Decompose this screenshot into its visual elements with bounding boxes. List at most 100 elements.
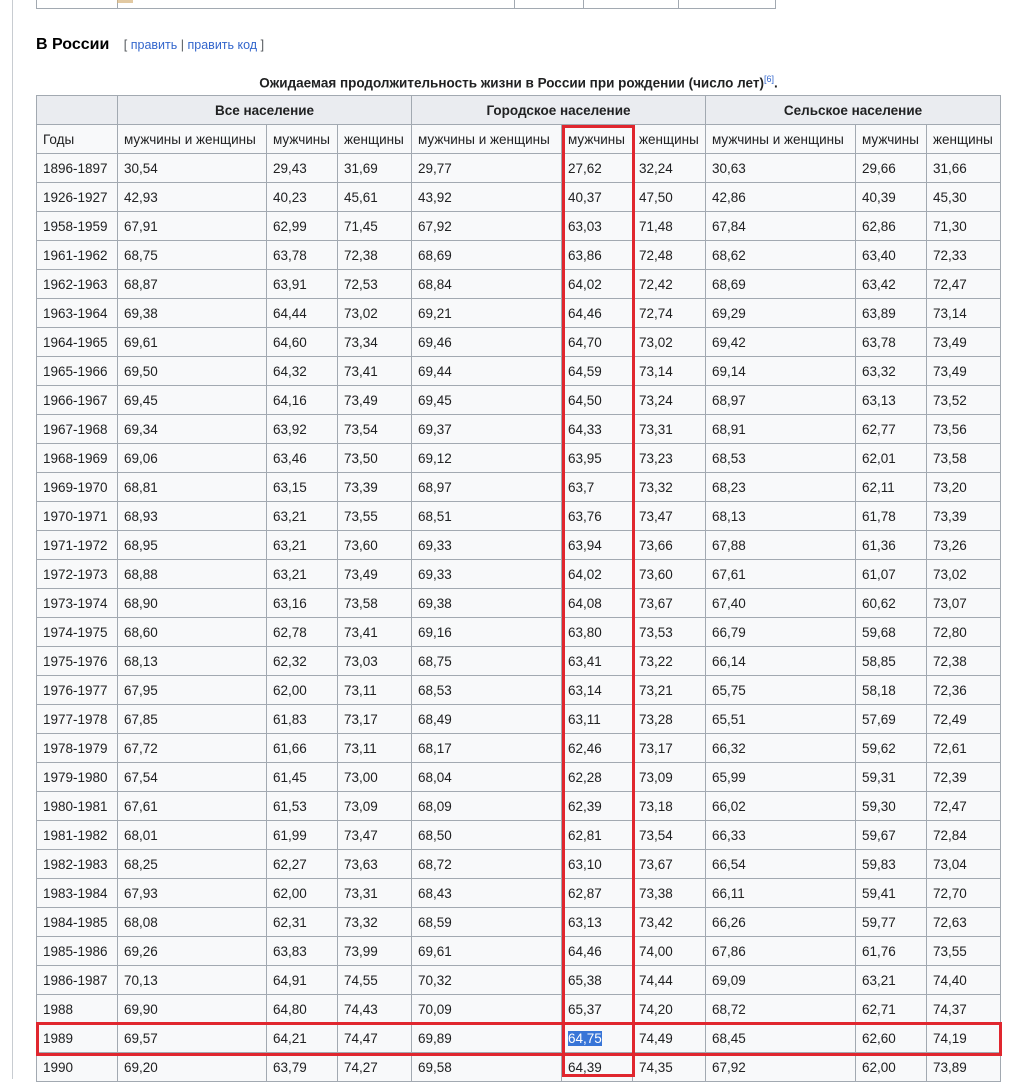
table-row: 1971-1972 68,95 63,21 73,60 69,33 63,94 73,66 6… bbox=[36, 530, 1001, 560]
group-header-rural: Сельское население bbox=[705, 95, 1001, 125]
table-row: 1981-1982 68,01 61,99 73,47 68,50 62,81 73,54 6… bbox=[36, 820, 1001, 850]
value-cell: 73,11 bbox=[337, 733, 412, 763]
column-header: мужчины и женщины bbox=[411, 124, 562, 154]
value-cell: 61,76 bbox=[855, 936, 927, 966]
value-cell: 69,37 bbox=[411, 414, 562, 444]
value-cell: 68,01 bbox=[117, 820, 267, 850]
table-row: 1965-1966 69,50 64,32 73,41 69,44 64,59 73,14 6… bbox=[36, 356, 1001, 386]
value-cell: 63,40 bbox=[855, 240, 927, 270]
year-cell: 1982-1983 bbox=[36, 849, 118, 879]
value-cell: 42,93 bbox=[117, 182, 267, 212]
value-cell: 64,70 bbox=[561, 327, 633, 357]
year-cell: 1964-1965 bbox=[36, 327, 118, 357]
value-cell: 69,45 bbox=[117, 385, 267, 415]
value-cell: 69,42 bbox=[705, 327, 856, 357]
value-cell: 29,77 bbox=[411, 153, 562, 183]
value-cell: 62,32 bbox=[266, 646, 338, 676]
value-cell: 58,85 bbox=[855, 646, 927, 676]
value-cell: 66,33 bbox=[705, 820, 856, 850]
value-cell: 73,56 bbox=[926, 414, 1001, 444]
value-cell: 68,84 bbox=[411, 269, 562, 299]
year-cell: 1973-1974 bbox=[36, 588, 118, 618]
value-cell: 62,86 bbox=[855, 211, 927, 241]
value-cell: 73,20 bbox=[926, 472, 1001, 502]
value-cell: 73,67 bbox=[632, 588, 706, 618]
value-cell: 63,83 bbox=[266, 936, 338, 966]
value-cell: 40,23 bbox=[266, 182, 338, 212]
value-cell: 73,60 bbox=[632, 559, 706, 589]
value-cell: 64,08 bbox=[561, 588, 633, 618]
value-cell: 63,21 bbox=[855, 965, 927, 995]
value-cell: 40,37 bbox=[561, 182, 633, 212]
column-header: женщины bbox=[632, 124, 706, 154]
value-cell: 73,47 bbox=[337, 820, 412, 850]
value-cell: 63,92 bbox=[266, 414, 338, 444]
value-cell: 69,20 bbox=[117, 1052, 267, 1082]
value-cell: 68,62 bbox=[705, 240, 856, 270]
column-header: женщины bbox=[926, 124, 1001, 154]
value-cell: 73,28 bbox=[632, 704, 706, 734]
value-cell: 59,83 bbox=[855, 849, 927, 879]
value-cell: 66,26 bbox=[705, 907, 856, 937]
value-cell: 69,33 bbox=[411, 530, 562, 560]
column-header: мужчины и женщины bbox=[705, 124, 856, 154]
value-cell: 63,10 bbox=[561, 849, 633, 879]
value-cell: 63,94 bbox=[561, 530, 633, 560]
value-cell: 73,67 bbox=[632, 849, 706, 879]
value-cell: 73,00 bbox=[337, 762, 412, 792]
year-cell: 1967-1968 bbox=[36, 414, 118, 444]
table-row: 1988 69,90 64,80 74,43 70,09 65,37 74,20 68,72 6… bbox=[36, 994, 1001, 1024]
value-cell: 69,61 bbox=[411, 936, 562, 966]
value-cell: 72,48 bbox=[632, 240, 706, 270]
value-cell: 73,50 bbox=[337, 443, 412, 473]
value-cell: 65,51 bbox=[705, 704, 856, 734]
value-cell: 61,99 bbox=[266, 820, 338, 850]
caption-text: Ожидаемая продолжительность жизни в Росс… bbox=[259, 75, 764, 91]
value-cell: 73,55 bbox=[337, 501, 412, 531]
edit-source-link[interactable]: править код bbox=[188, 38, 258, 52]
value-cell: 73,58 bbox=[926, 443, 1001, 473]
value-cell: 74,55 bbox=[337, 965, 412, 995]
value-cell: 62,78 bbox=[266, 617, 338, 647]
value-cell: 72,42 bbox=[632, 269, 706, 299]
value-cell: 68,43 bbox=[411, 878, 562, 908]
value-cell: 65,38 bbox=[561, 965, 633, 995]
value-cell: 63,13 bbox=[855, 385, 927, 415]
table-row: 1962-1963 68,87 63,91 72,53 68,84 64,02 72,42 6… bbox=[36, 269, 1001, 299]
value-cell: 73,02 bbox=[337, 298, 412, 328]
edit-link[interactable]: править bbox=[131, 38, 178, 52]
table-row: 1985-1986 69,26 63,83 73,99 69,61 64,46 74,00 6… bbox=[36, 936, 1001, 966]
value-cell: 63,21 bbox=[266, 559, 338, 589]
value-cell: 73,47 bbox=[632, 501, 706, 531]
table-row: 1989 69,57 64,21 74,47 69,89 64,75 74,49 68,45 6… bbox=[36, 1023, 1001, 1053]
value-cell: 64,02 bbox=[561, 269, 633, 299]
value-cell: 68,60 bbox=[117, 617, 267, 647]
value-cell: 62,71 bbox=[855, 994, 927, 1024]
table-caption: Ожидаемая продолжительность жизни в Росс… bbox=[259, 74, 778, 91]
value-cell: 62,31 bbox=[266, 907, 338, 937]
column-header: мужчины bbox=[855, 124, 927, 154]
year-cell: 1958-1959 bbox=[36, 211, 118, 241]
value-cell: 73,26 bbox=[926, 530, 1001, 560]
value-cell: 62,46 bbox=[561, 733, 633, 763]
value-cell: 66,54 bbox=[705, 849, 856, 879]
value-cell: 72,84 bbox=[926, 820, 1001, 850]
value-cell: 68,91 bbox=[705, 414, 856, 444]
value-cell: 63,79 bbox=[266, 1052, 338, 1082]
selected-text[interactable]: 64,75 bbox=[568, 1030, 602, 1046]
value-cell: 73,99 bbox=[337, 936, 412, 966]
value-cell: 69,26 bbox=[117, 936, 267, 966]
value-cell: 62,99 bbox=[266, 211, 338, 241]
value-cell: 63,78 bbox=[855, 327, 927, 357]
value-cell: 62,87 bbox=[561, 878, 633, 908]
value-cell: 64,59 bbox=[561, 356, 633, 386]
previous-table-fragment bbox=[36, 0, 776, 9]
value-cell: 68,50 bbox=[411, 820, 562, 850]
table-row: 1963-1964 69,38 64,44 73,02 69,21 64,46 72,74 6… bbox=[36, 298, 1001, 328]
value-cell: 64,33 bbox=[561, 414, 633, 444]
value-cell: 72,33 bbox=[926, 240, 1001, 270]
value-cell: 67,92 bbox=[411, 211, 562, 241]
reference-link[interactable]: [6] bbox=[764, 74, 774, 84]
value-cell: 69,12 bbox=[411, 443, 562, 473]
value-cell: 74,19 bbox=[926, 1023, 1001, 1053]
